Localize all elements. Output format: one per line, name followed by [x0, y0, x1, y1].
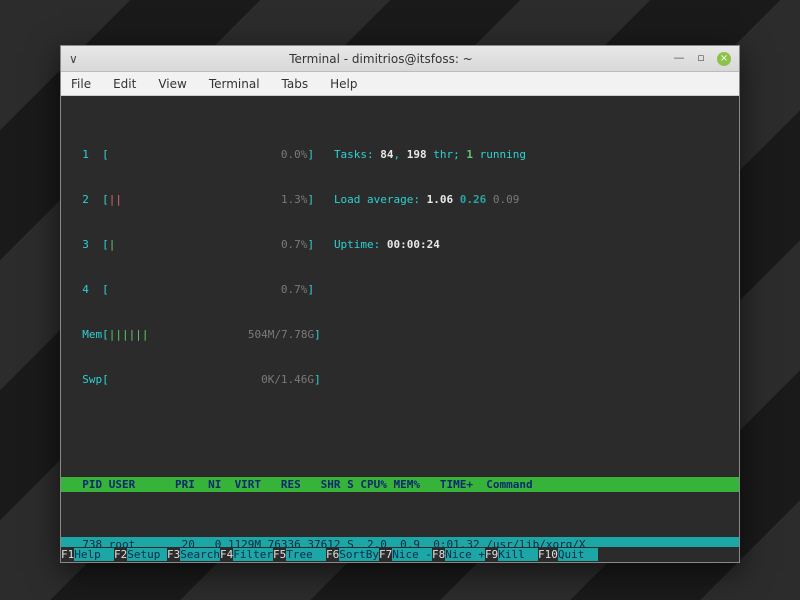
mem-label: Mem — [82, 328, 102, 341]
cpu2-n: 2 — [82, 193, 89, 206]
f7-key[interactable]: F7 — [379, 548, 392, 561]
f3-key[interactable]: F3 — [167, 548, 180, 561]
f9-key[interactable]: F9 — [485, 548, 498, 561]
app-menu-icon[interactable]: ∨ — [69, 52, 83, 66]
column-header[interactable]: PID USER PRI NI VIRT RES SHR S CPU% MEM%… — [61, 477, 739, 492]
maximize-button[interactable]: ▫ — [695, 52, 707, 64]
f4-key[interactable]: F4 — [220, 548, 233, 561]
window-title: Terminal - dimitrios@itsfoss: ~ — [89, 52, 673, 66]
f6-key[interactable]: F6 — [326, 548, 339, 561]
menu-view[interactable]: View — [154, 75, 190, 93]
menu-file[interactable]: File — [67, 75, 95, 93]
function-keys: F1Help F2Setup F3Search F4Filter F5Tree … — [61, 547, 739, 562]
cpu4-n: 4 — [82, 283, 89, 296]
f2-key[interactable]: F2 — [114, 548, 127, 561]
close-button[interactable]: × — [717, 52, 731, 66]
f1-key[interactable]: F1 — [61, 548, 74, 561]
menu-edit[interactable]: Edit — [109, 75, 140, 93]
menu-tabs[interactable]: Tabs — [278, 75, 313, 93]
menu-help[interactable]: Help — [326, 75, 361, 93]
minimize-button[interactable]: — — [673, 52, 685, 64]
swp-label: Swp — [82, 373, 102, 386]
f10-key[interactable]: F10 — [538, 548, 558, 561]
terminal-output[interactable]: 1 [ 0.0%] Tasks: 84, 198 thr; 1 running … — [61, 96, 739, 562]
terminal-window: ∨ Terminal - dimitrios@itsfoss: ~ — ▫ × … — [60, 45, 740, 563]
menu-terminal[interactable]: Terminal — [205, 75, 264, 93]
cpu1-n: 1 — [82, 148, 89, 161]
menubar: File Edit View Terminal Tabs Help — [61, 72, 739, 96]
cpu3-n: 3 — [82, 238, 89, 251]
titlebar[interactable]: ∨ Terminal - dimitrios@itsfoss: ~ — ▫ × — [61, 46, 739, 72]
f8-key[interactable]: F8 — [432, 548, 445, 561]
f5-key[interactable]: F5 — [273, 548, 286, 561]
